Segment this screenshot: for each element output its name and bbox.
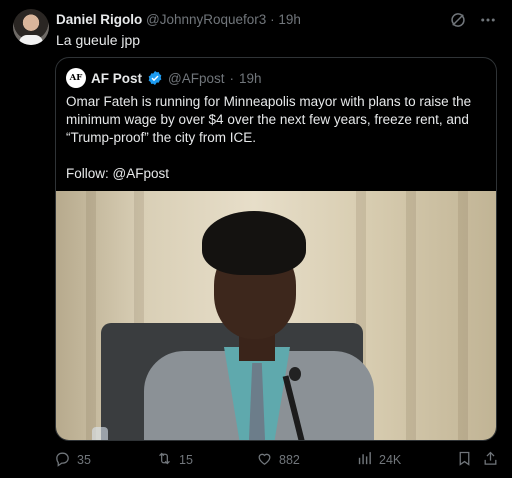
bookmark-icon: [456, 450, 473, 470]
reply-icon: [54, 450, 71, 470]
views-count: 24K: [379, 453, 402, 467]
time-separator: ·: [270, 12, 275, 27]
share-button[interactable]: [482, 449, 499, 471]
views-button[interactable]: 24K: [356, 449, 401, 471]
quoted-tweet-follow: Follow: @AFpost: [66, 166, 169, 181]
author-name[interactable]: Daniel Rigolo: [56, 12, 142, 27]
tweet-time[interactable]: 19h: [278, 12, 301, 27]
tweet-top-actions: [448, 10, 498, 30]
bookmark-button[interactable]: [456, 449, 473, 471]
like-icon: [256, 450, 273, 470]
quoted-author-avatar: AF: [66, 68, 86, 88]
quoted-tweet-header: AF AF Post @AFpost · 19h: [66, 68, 262, 88]
quoted-author-handle: @AFpost: [168, 70, 225, 86]
reply-button[interactable]: 35: [54, 449, 91, 471]
quoted-tweet[interactable]: AF AF Post @AFpost · 19h Omar Fateh is r…: [55, 57, 497, 441]
author-handle[interactable]: @JohnnyRoquefor3: [146, 12, 266, 27]
repost-icon: [156, 450, 173, 470]
repost-button[interactable]: 15: [156, 449, 193, 471]
tweet-action-bar: 35 15 882 24K: [50, 449, 502, 471]
like-button[interactable]: 882: [256, 449, 300, 471]
tweet-text: La gueule jpp: [56, 32, 141, 48]
grok-icon[interactable]: [448, 10, 468, 30]
repost-count: 15: [179, 453, 193, 467]
verified-badge-icon: [147, 70, 163, 86]
quoted-tweet-text: Omar Fateh is running for Minneapolis ma…: [66, 94, 472, 145]
views-icon: [356, 450, 373, 470]
quoted-time-separator: ·: [229, 70, 235, 86]
quoted-tweet-media[interactable]: [56, 191, 496, 440]
like-count: 882: [279, 453, 300, 467]
quoted-tweet-body: Omar Fateh is running for Minneapolis ma…: [66, 93, 486, 183]
quoted-tweet-time: 19h: [239, 70, 262, 86]
author-avatar[interactable]: [13, 9, 49, 45]
quoted-author-name: AF Post: [91, 70, 143, 86]
more-icon[interactable]: [478, 10, 498, 30]
tweet-header: Daniel Rigolo @JohnnyRoquefor3 · 19h: [56, 10, 512, 30]
share-icon: [482, 450, 499, 470]
reply-count: 35: [77, 453, 91, 467]
